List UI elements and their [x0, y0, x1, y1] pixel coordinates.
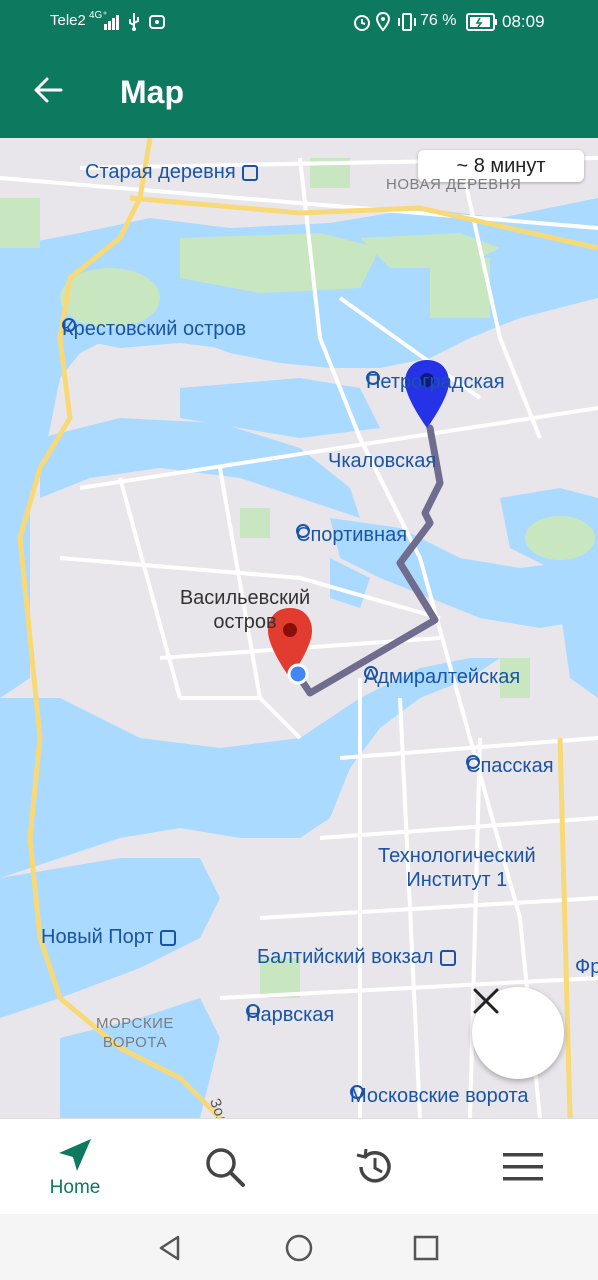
- nav-home[interactable]: Home: [30, 1119, 120, 1215]
- system-navigation-bar: [0, 1214, 598, 1280]
- map-label-staraya-derevnya: Старая деревня: [85, 161, 258, 184]
- map-label-admiralteyskaya: Адмиралтейская: [364, 666, 538, 689]
- bottom-navigation: Home: [0, 1118, 598, 1215]
- map-label-fr: Фр: [575, 956, 598, 978]
- map-label-moskovskie: Московские ворота: [350, 1085, 547, 1108]
- map-label-novaya-derevnya: НОВАЯ ДЕРЕВНЯ: [386, 176, 522, 193]
- railway-icon: [439, 949, 456, 966]
- map-label-novy-port: Новый Порт: [41, 926, 176, 949]
- signal-icon: [104, 14, 120, 35]
- app-bar: Map: [0, 44, 598, 138]
- recents-square-icon: [413, 1235, 439, 1261]
- location-icon: [375, 11, 391, 37]
- nav-search[interactable]: [180, 1119, 270, 1215]
- map-label-krestovsky: Крестовский остров: [62, 318, 264, 341]
- map-label-vasilievsky: Васильевский остров: [179, 587, 311, 633]
- usb-icon: [128, 13, 140, 36]
- system-recents-button[interactable]: [406, 1228, 446, 1268]
- map-label-morskie-vorota: МОРСКИЕ ВОРОТА: [96, 1015, 174, 1051]
- map-label-sportivnaya: Спортивная: [296, 524, 425, 547]
- system-home-button[interactable]: [279, 1228, 319, 1268]
- railway-icon: [159, 929, 176, 946]
- battery-percent: 76 %: [420, 12, 457, 29]
- alarm-icon: [352, 12, 372, 37]
- arrow-left-icon: [34, 77, 63, 103]
- system-back-button[interactable]: [150, 1228, 190, 1268]
- map-label-petrogradskaya: Петроградская: [366, 371, 523, 394]
- metro-icon: [350, 1085, 547, 1104]
- nav-home-label: Home: [49, 1177, 101, 1198]
- metro-icon: [366, 371, 523, 390]
- page-title: Map: [120, 74, 184, 110]
- map-label-tekhnologichesky: Технологический Институт 1: [378, 845, 536, 891]
- map-view[interactable]: ~ 8 минут Старая деревня НОВАЯ ДЕРЕВНЯ К…: [0, 138, 598, 1118]
- menu-icon: [503, 1153, 543, 1181]
- back-button[interactable]: [22, 64, 74, 116]
- map-label-spasskaya: Спасская: [466, 755, 572, 778]
- close-route-button[interactable]: [472, 987, 564, 1079]
- current-location-dot: [287, 663, 309, 685]
- home-circle-icon: [285, 1234, 313, 1262]
- map-label-chkalovskaya: Чкаловская: [328, 450, 437, 472]
- battery-icon: [466, 13, 498, 36]
- history-icon: [356, 1148, 391, 1183]
- metro-icon: [296, 524, 425, 543]
- notification-icon: [148, 13, 166, 36]
- carrier-label: Tele2: [50, 12, 86, 29]
- metro-icon: [364, 666, 538, 685]
- metro-icon: [246, 1004, 352, 1023]
- clock: 08:09: [502, 12, 545, 31]
- status-bar: Tele2 4G⁺ 76 % 08:09: [0, 0, 598, 44]
- metro-icon: [62, 318, 264, 337]
- close-icon: [473, 988, 499, 1014]
- map-label-baltiysky: Балтийский вокзал: [257, 946, 456, 969]
- navigation-arrow-icon: [59, 1139, 91, 1171]
- map-label-narvskaya: Нарвская: [246, 1004, 352, 1027]
- railway-icon: [241, 164, 258, 181]
- search-icon: [206, 1148, 245, 1187]
- nav-menu[interactable]: [478, 1119, 568, 1215]
- vibrate-icon: [396, 12, 418, 37]
- nav-history[interactable]: [330, 1119, 420, 1215]
- metro-icon: [466, 755, 572, 774]
- back-triangle-icon: [159, 1235, 180, 1261]
